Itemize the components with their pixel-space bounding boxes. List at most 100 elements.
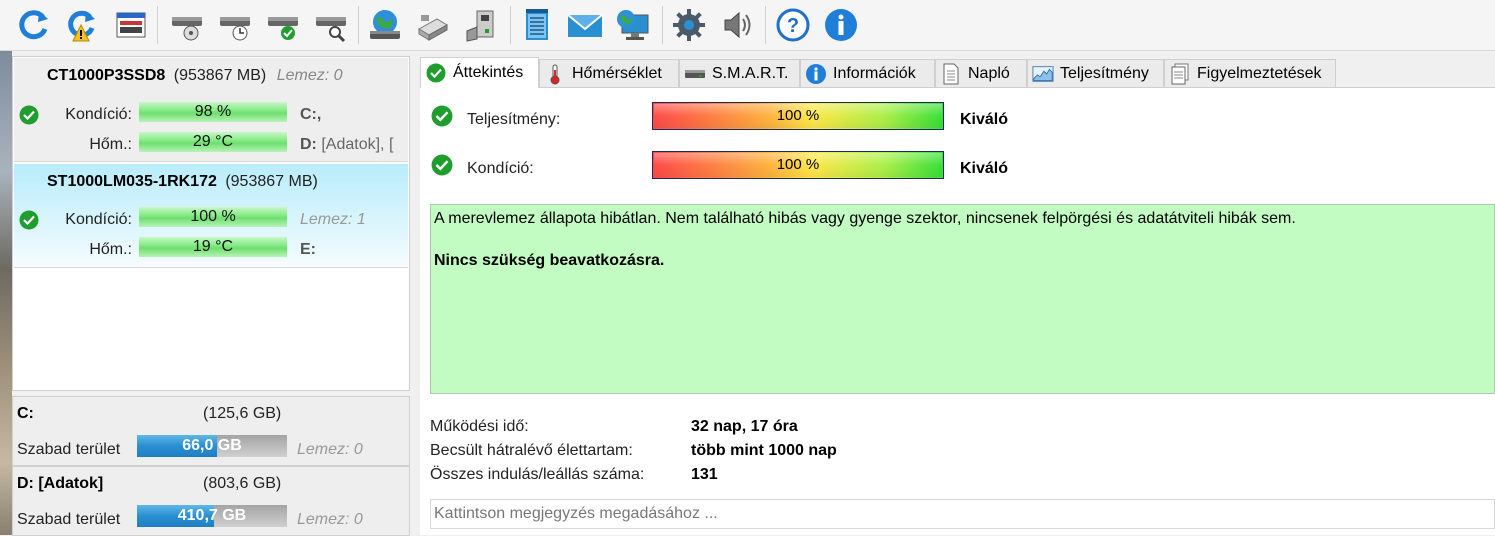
tab-label: Áttekintés bbox=[453, 64, 524, 81]
drive-letters-1: C:, bbox=[300, 106, 321, 124]
health-ok-icon bbox=[431, 154, 453, 176]
drive-letters-2: D: [Adatok], [ bbox=[300, 136, 393, 154]
tab-label: Figyelmeztetések bbox=[1197, 64, 1322, 82]
health-verdict: Kiváló bbox=[960, 160, 1009, 177]
volume-disk-number: Lemez: 0 bbox=[297, 511, 363, 528]
performance-label: Teljesítmény: bbox=[467, 111, 561, 128]
disk-model: CT1000P3SSD8 bbox=[47, 67, 166, 84]
drive-search-icon[interactable] bbox=[312, 6, 350, 44]
desktop-background-strip bbox=[0, 50, 12, 535]
temp-bar: 19 °C bbox=[139, 237, 287, 257]
drive-icon bbox=[685, 69, 705, 78]
settings-gear-icon[interactable] bbox=[670, 6, 708, 44]
toolbar-separator bbox=[765, 6, 766, 44]
health-value: 100 % bbox=[776, 156, 820, 173]
tab-log[interactable]: Napló bbox=[935, 59, 1027, 87]
tab-smart[interactable]: S.M.A.R.T. bbox=[679, 59, 800, 87]
tab-label: Hőmérséklet bbox=[572, 64, 662, 82]
performance-verdict: Kiváló bbox=[960, 111, 1009, 128]
disk-card-0[interactable]: CT1000P3SSD8 (953867 MB) Lemez: 0 Kondíc… bbox=[14, 58, 408, 162]
refresh-icon[interactable] bbox=[14, 6, 52, 44]
status-text: A merevlemez állapota hibátlan. Nem talá… bbox=[434, 210, 1296, 227]
info-icon bbox=[806, 63, 826, 84]
volume-name: C: bbox=[17, 405, 34, 422]
disk-list-icon[interactable] bbox=[112, 6, 150, 44]
lifetime-value: több mint 1000 nap bbox=[691, 442, 837, 459]
free-space-label: Szabad terület bbox=[17, 511, 121, 528]
drive-e-label: E: bbox=[300, 241, 316, 258]
mail-icon[interactable] bbox=[566, 6, 604, 44]
tab-information[interactable]: Információk bbox=[800, 59, 935, 87]
drive-d-label: D: bbox=[300, 136, 317, 153]
performance-value: 100 % bbox=[776, 107, 820, 124]
temp-label: Hőm.: bbox=[89, 136, 132, 153]
usb-drive-2-icon[interactable] bbox=[462, 6, 500, 44]
lifetime-label: Becsült hátralévő élettartam: bbox=[430, 442, 633, 459]
warnings-doc-icon bbox=[1171, 63, 1189, 84]
disk-size: (953867 MB) bbox=[225, 173, 318, 190]
free-space-bar: 410,7 GB bbox=[137, 505, 287, 527]
speaker-icon[interactable] bbox=[718, 6, 756, 44]
notepad-icon[interactable] bbox=[518, 6, 556, 44]
help-icon[interactable]: ? bbox=[774, 6, 812, 44]
tab-label: Információk bbox=[833, 64, 916, 82]
disk-number: Lemez: 0 bbox=[276, 67, 343, 84]
health-label: Kondíció: bbox=[467, 160, 534, 177]
volume-size: (125,6 GB) bbox=[203, 405, 282, 422]
tab-overview[interactable]: Áttekintés bbox=[420, 57, 539, 88]
temp-bar: 29 °C bbox=[139, 132, 287, 152]
info-icon[interactable] bbox=[822, 6, 860, 44]
drive-cd-icon[interactable] bbox=[168, 6, 206, 44]
health-bar: 98 % bbox=[139, 102, 287, 122]
left-panel: CT1000P3SSD8 (953867 MB) Lemez: 0 Kondíc… bbox=[12, 56, 410, 536]
free-space-label: Szabad terület bbox=[17, 441, 121, 458]
performance-graph-icon bbox=[1032, 65, 1054, 82]
health-label: Kondíció: bbox=[65, 106, 132, 123]
disk-card-1-selected[interactable]: ST1000LM035-1RK172 (953867 MB) Kondíció:… bbox=[14, 164, 408, 268]
comment-field-container bbox=[430, 499, 1495, 529]
disk-model: ST1000LM035-1RK172 bbox=[47, 173, 217, 190]
drive-c-label: C:, bbox=[300, 106, 322, 123]
start-stop-count-label: Összes indulás/leállás száma: bbox=[430, 466, 645, 483]
volume-card-d[interactable]: D: [Adatok] (803,6 GB) Szabad terület 41… bbox=[12, 466, 410, 536]
free-space-value: 410,7 GB bbox=[177, 507, 247, 524]
comment-input[interactable] bbox=[431, 500, 1494, 528]
document-icon bbox=[943, 63, 959, 84]
refresh-warning-icon[interactable] bbox=[62, 6, 100, 44]
status-description-box: A merevlemez állapota hibátlan. Nem talá… bbox=[430, 204, 1495, 394]
start-stop-count-value: 131 bbox=[691, 466, 718, 483]
volume-card-c[interactable]: C: (125,6 GB) Szabad terület 66,0 GB Lem… bbox=[12, 396, 410, 466]
tab-temperature[interactable]: Hőmérséklet bbox=[539, 59, 679, 87]
tab-label: Teljesítmény bbox=[1060, 64, 1149, 82]
drive-d-name: [Adatok], bbox=[321, 136, 385, 153]
health-bar: 100 % bbox=[139, 207, 287, 227]
uptime-label: Működési idő: bbox=[430, 418, 529, 435]
drive-check-icon[interactable] bbox=[264, 6, 302, 44]
temp-label: Hőm.: bbox=[89, 241, 132, 258]
disk-list: CT1000P3SSD8 (953867 MB) Lemez: 0 Kondíc… bbox=[12, 56, 410, 391]
status-action: Nincs szükség beavatkozásra. bbox=[434, 252, 665, 269]
free-space-bar: 66,0 GB bbox=[137, 435, 287, 457]
drive-clock-icon[interactable] bbox=[216, 6, 254, 44]
network-computer-icon[interactable] bbox=[614, 6, 652, 44]
tab-bar: Áttekintés Hőmérséklet S.M.A.R.T. Inform… bbox=[420, 57, 1495, 88]
performance-ok-icon bbox=[431, 105, 453, 127]
tab-label: Napló bbox=[968, 64, 1010, 82]
tab-performance[interactable]: Teljesítmény bbox=[1027, 59, 1164, 87]
toolbar-separator bbox=[662, 6, 663, 44]
usb-drive-icon[interactable] bbox=[414, 6, 452, 44]
check-icon bbox=[426, 63, 446, 83]
drive-letters: E: bbox=[300, 241, 316, 259]
toolbar: ? bbox=[0, 0, 1495, 51]
performance-bar: 100 % bbox=[652, 102, 944, 130]
tab-warnings[interactable]: Figyelmeztetések bbox=[1164, 59, 1336, 87]
volume-disk-number: Lemez: 0 bbox=[297, 441, 363, 458]
free-space-value: 66,0 GB bbox=[182, 437, 242, 454]
volume-size: (803,6 GB) bbox=[203, 475, 282, 492]
uptime-value: 32 nap, 17 óra bbox=[691, 418, 798, 435]
tab-label: S.M.A.R.T. bbox=[712, 64, 789, 82]
disk-number: Lemez: 1 bbox=[300, 211, 366, 228]
drive-more: [ bbox=[388, 136, 394, 153]
network-drive-icon[interactable] bbox=[366, 6, 404, 44]
svg-text:?: ? bbox=[787, 15, 799, 37]
